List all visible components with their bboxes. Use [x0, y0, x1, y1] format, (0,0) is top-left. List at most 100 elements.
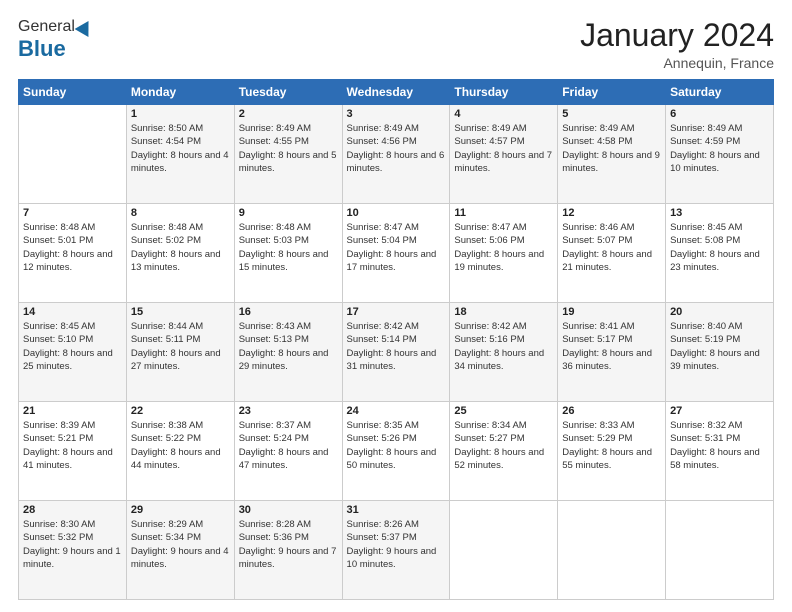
daylight-text: Daylight: 8 hours and 4 minutes.	[131, 150, 229, 174]
col-wednesday: Wednesday	[342, 80, 450, 105]
sunset-text: Sunset: 5:17 PM	[562, 334, 632, 345]
sunset-text: Sunset: 5:29 PM	[562, 433, 632, 444]
sunset-text: Sunset: 4:54 PM	[131, 136, 201, 147]
location: Annequin, France	[580, 55, 774, 71]
day-info: Sunrise: 8:26 AM Sunset: 5:37 PM Dayligh…	[347, 518, 446, 571]
day-number: 31	[347, 504, 446, 516]
day-number: 5	[562, 108, 661, 120]
day-number: 1	[131, 108, 230, 120]
day-info: Sunrise: 8:30 AM Sunset: 5:32 PM Dayligh…	[23, 518, 122, 571]
month-title: January 2024	[580, 18, 774, 53]
logo-general-text: General	[18, 18, 75, 36]
day-info: Sunrise: 8:41 AM Sunset: 5:17 PM Dayligh…	[562, 320, 661, 373]
sunrise-text: Sunrise: 8:41 AM	[562, 321, 634, 332]
day-number: 6	[670, 108, 769, 120]
day-info: Sunrise: 8:32 AM Sunset: 5:31 PM Dayligh…	[670, 419, 769, 472]
day-number: 11	[454, 207, 553, 219]
sunrise-text: Sunrise: 8:50 AM	[131, 123, 203, 134]
table-row: 17 Sunrise: 8:42 AM Sunset: 5:14 PM Dayl…	[342, 303, 450, 402]
col-tuesday: Tuesday	[234, 80, 342, 105]
table-row: 8 Sunrise: 8:48 AM Sunset: 5:02 PM Dayli…	[126, 204, 234, 303]
day-info: Sunrise: 8:45 AM Sunset: 5:08 PM Dayligh…	[670, 221, 769, 274]
sunset-text: Sunset: 5:06 PM	[454, 235, 524, 246]
day-number: 20	[670, 306, 769, 318]
day-number: 23	[239, 405, 338, 417]
day-number: 10	[347, 207, 446, 219]
sunrise-text: Sunrise: 8:48 AM	[239, 222, 311, 233]
day-info: Sunrise: 8:48 AM Sunset: 5:03 PM Dayligh…	[239, 221, 338, 274]
sunrise-text: Sunrise: 8:49 AM	[454, 123, 526, 134]
day-info: Sunrise: 8:49 AM Sunset: 4:58 PM Dayligh…	[562, 122, 661, 175]
day-info: Sunrise: 8:45 AM Sunset: 5:10 PM Dayligh…	[23, 320, 122, 373]
day-info: Sunrise: 8:46 AM Sunset: 5:07 PM Dayligh…	[562, 221, 661, 274]
table-row: 12 Sunrise: 8:46 AM Sunset: 5:07 PM Dayl…	[558, 204, 666, 303]
sunrise-text: Sunrise: 8:49 AM	[347, 123, 419, 134]
day-number: 13	[670, 207, 769, 219]
sunrise-text: Sunrise: 8:45 AM	[670, 222, 742, 233]
daylight-text: Daylight: 8 hours and 50 minutes.	[347, 447, 437, 471]
sunrise-text: Sunrise: 8:40 AM	[670, 321, 742, 332]
sunset-text: Sunset: 5:10 PM	[23, 334, 93, 345]
sunrise-text: Sunrise: 8:42 AM	[454, 321, 526, 332]
day-info: Sunrise: 8:40 AM Sunset: 5:19 PM Dayligh…	[670, 320, 769, 373]
title-area: January 2024 Annequin, France	[580, 18, 774, 71]
sunset-text: Sunset: 5:32 PM	[23, 532, 93, 543]
table-row: 10 Sunrise: 8:47 AM Sunset: 5:04 PM Dayl…	[342, 204, 450, 303]
table-row: 23 Sunrise: 8:37 AM Sunset: 5:24 PM Dayl…	[234, 402, 342, 501]
day-number: 15	[131, 306, 230, 318]
table-row: 28 Sunrise: 8:30 AM Sunset: 5:32 PM Dayl…	[19, 501, 127, 600]
logo-blue-text: Blue	[18, 36, 66, 62]
daylight-text: Daylight: 8 hours and 13 minutes.	[131, 249, 221, 273]
day-number: 24	[347, 405, 446, 417]
day-info: Sunrise: 8:50 AM Sunset: 4:54 PM Dayligh…	[131, 122, 230, 175]
sunset-text: Sunset: 5:31 PM	[670, 433, 740, 444]
day-number: 2	[239, 108, 338, 120]
daylight-text: Daylight: 9 hours and 1 minute.	[23, 546, 121, 570]
daylight-text: Daylight: 8 hours and 39 minutes.	[670, 348, 760, 372]
table-row: 21 Sunrise: 8:39 AM Sunset: 5:21 PM Dayl…	[19, 402, 127, 501]
sunrise-text: Sunrise: 8:39 AM	[23, 420, 95, 431]
sunrise-text: Sunrise: 8:44 AM	[131, 321, 203, 332]
sunset-text: Sunset: 5:01 PM	[23, 235, 93, 246]
sunset-text: Sunset: 5:02 PM	[131, 235, 201, 246]
sunset-text: Sunset: 5:24 PM	[239, 433, 309, 444]
day-info: Sunrise: 8:49 AM Sunset: 4:57 PM Dayligh…	[454, 122, 553, 175]
sunset-text: Sunset: 5:34 PM	[131, 532, 201, 543]
sunrise-text: Sunrise: 8:26 AM	[347, 519, 419, 530]
table-row: 31 Sunrise: 8:26 AM Sunset: 5:37 PM Dayl…	[342, 501, 450, 600]
calendar-week-row: 14 Sunrise: 8:45 AM Sunset: 5:10 PM Dayl…	[19, 303, 774, 402]
table-row: 19 Sunrise: 8:41 AM Sunset: 5:17 PM Dayl…	[558, 303, 666, 402]
sunset-text: Sunset: 5:27 PM	[454, 433, 524, 444]
table-row: 25 Sunrise: 8:34 AM Sunset: 5:27 PM Dayl…	[450, 402, 558, 501]
table-row: 27 Sunrise: 8:32 AM Sunset: 5:31 PM Dayl…	[666, 402, 774, 501]
sunrise-text: Sunrise: 8:34 AM	[454, 420, 526, 431]
daylight-text: Daylight: 8 hours and 44 minutes.	[131, 447, 221, 471]
day-info: Sunrise: 8:33 AM Sunset: 5:29 PM Dayligh…	[562, 419, 661, 472]
day-info: Sunrise: 8:49 AM Sunset: 4:59 PM Dayligh…	[670, 122, 769, 175]
daylight-text: Daylight: 8 hours and 34 minutes.	[454, 348, 544, 372]
logo: General Blue	[18, 18, 93, 62]
day-number: 28	[23, 504, 122, 516]
daylight-text: Daylight: 8 hours and 17 minutes.	[347, 249, 437, 273]
table-row	[450, 501, 558, 600]
calendar: Sunday Monday Tuesday Wednesday Thursday…	[18, 79, 774, 600]
table-row: 4 Sunrise: 8:49 AM Sunset: 4:57 PM Dayli…	[450, 105, 558, 204]
daylight-text: Daylight: 8 hours and 27 minutes.	[131, 348, 221, 372]
daylight-text: Daylight: 8 hours and 52 minutes.	[454, 447, 544, 471]
day-number: 21	[23, 405, 122, 417]
sunset-text: Sunset: 5:22 PM	[131, 433, 201, 444]
daylight-text: Daylight: 8 hours and 55 minutes.	[562, 447, 652, 471]
table-row: 13 Sunrise: 8:45 AM Sunset: 5:08 PM Dayl…	[666, 204, 774, 303]
day-number: 19	[562, 306, 661, 318]
sunrise-text: Sunrise: 8:33 AM	[562, 420, 634, 431]
table-row: 22 Sunrise: 8:38 AM Sunset: 5:22 PM Dayl…	[126, 402, 234, 501]
daylight-text: Daylight: 8 hours and 12 minutes.	[23, 249, 113, 273]
sunrise-text: Sunrise: 8:37 AM	[239, 420, 311, 431]
calendar-week-row: 28 Sunrise: 8:30 AM Sunset: 5:32 PM Dayl…	[19, 501, 774, 600]
day-number: 3	[347, 108, 446, 120]
col-saturday: Saturday	[666, 80, 774, 105]
sunrise-text: Sunrise: 8:43 AM	[239, 321, 311, 332]
sunset-text: Sunset: 4:59 PM	[670, 136, 740, 147]
sunrise-text: Sunrise: 8:47 AM	[347, 222, 419, 233]
table-row	[19, 105, 127, 204]
